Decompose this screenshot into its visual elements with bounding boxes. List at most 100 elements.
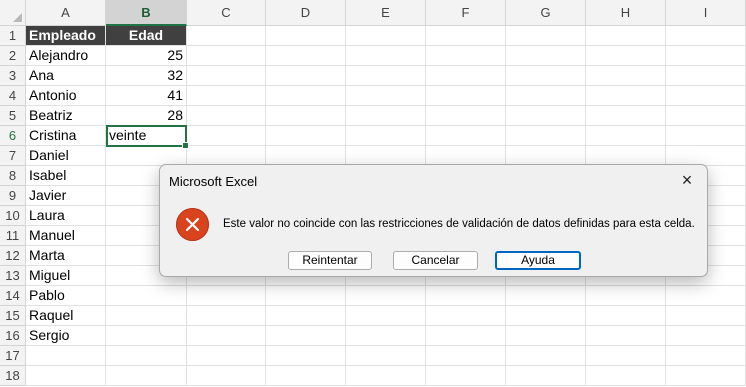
cell[interactable] — [346, 326, 426, 346]
column-header-i[interactable]: I — [666, 0, 746, 26]
cell[interactable] — [426, 106, 506, 126]
cell[interactable] — [187, 286, 266, 306]
column-header-d[interactable]: D — [266, 0, 346, 26]
close-icon[interactable]: × — [675, 169, 699, 193]
cell[interactable] — [106, 346, 187, 366]
cell[interactable] — [266, 366, 346, 386]
cell[interactable] — [666, 26, 746, 46]
cell[interactable] — [266, 286, 346, 306]
cell[interactable] — [426, 26, 506, 46]
row-header-11[interactable]: 11 — [0, 226, 26, 246]
column-header-c[interactable]: C — [187, 0, 266, 26]
employee-cell[interactable]: Beatriz — [26, 106, 106, 126]
column-header-b[interactable]: B — [106, 0, 187, 26]
column-header-e[interactable]: E — [346, 0, 426, 26]
cell[interactable] — [346, 366, 426, 386]
cell[interactable] — [506, 346, 586, 366]
cell[interactable] — [506, 146, 586, 166]
cell[interactable] — [666, 326, 746, 346]
cell[interactable] — [666, 86, 746, 106]
column-header-h[interactable]: H — [586, 0, 666, 26]
cell[interactable] — [266, 306, 346, 326]
table-header-cell[interactable]: Empleado — [26, 26, 106, 46]
cell[interactable] — [346, 66, 426, 86]
age-cell[interactable]: 41 — [106, 86, 187, 106]
cell[interactable] — [26, 346, 106, 366]
employee-cell[interactable]: Ana — [26, 66, 106, 86]
employee-cell[interactable]: Javier — [26, 186, 106, 206]
employee-cell[interactable]: Daniel — [26, 146, 106, 166]
row-header-13[interactable]: 13 — [0, 266, 26, 286]
employee-cell[interactable]: Isabel — [26, 166, 106, 186]
cancel-button[interactable]: Cancelar — [393, 251, 478, 270]
row-header-8[interactable]: 8 — [0, 166, 26, 186]
cell[interactable] — [346, 126, 426, 146]
cell[interactable] — [187, 326, 266, 346]
employee-cell[interactable]: Marta — [26, 246, 106, 266]
cell[interactable] — [346, 346, 426, 366]
cell[interactable] — [346, 286, 426, 306]
cell[interactable] — [426, 326, 506, 346]
cell[interactable] — [426, 306, 506, 326]
age-cell[interactable] — [106, 146, 187, 166]
employee-cell[interactable]: Manuel — [26, 226, 106, 246]
cell[interactable] — [266, 26, 346, 46]
row-header-6[interactable]: 6 — [0, 126, 26, 146]
cell[interactable] — [666, 286, 746, 306]
age-cell[interactable] — [106, 306, 187, 326]
cell[interactable] — [586, 126, 666, 146]
row-header-4[interactable]: 4 — [0, 86, 26, 106]
cell[interactable] — [506, 46, 586, 66]
cell[interactable] — [586, 26, 666, 46]
column-header-f[interactable]: F — [426, 0, 506, 26]
cell[interactable] — [586, 106, 666, 126]
age-cell[interactable] — [106, 326, 187, 346]
cell[interactable] — [586, 86, 666, 106]
cell[interactable] — [506, 326, 586, 346]
employee-cell[interactable]: Alejandro — [26, 46, 106, 66]
cell[interactable] — [426, 66, 506, 86]
cell[interactable] — [346, 26, 426, 46]
cell[interactable] — [346, 106, 426, 126]
row-header-1[interactable]: 1 — [0, 26, 26, 46]
employee-cell[interactable]: Antonio — [26, 86, 106, 106]
cell[interactable] — [426, 346, 506, 366]
cell[interactable] — [586, 46, 666, 66]
employee-cell[interactable]: Pablo — [26, 286, 106, 306]
row-header-18[interactable]: 18 — [0, 366, 26, 386]
cell[interactable] — [346, 146, 426, 166]
age-cell[interactable]: 25 — [106, 46, 187, 66]
cell[interactable] — [586, 66, 666, 86]
cell[interactable] — [506, 26, 586, 46]
cell[interactable] — [266, 86, 346, 106]
column-header-g[interactable]: G — [506, 0, 586, 26]
cell[interactable] — [26, 366, 106, 386]
cell[interactable] — [266, 146, 346, 166]
row-header-12[interactable]: 12 — [0, 246, 26, 266]
age-cell[interactable]: 32 — [106, 66, 187, 86]
employee-cell[interactable]: Raquel — [26, 306, 106, 326]
employee-cell[interactable]: Miguel — [26, 266, 106, 286]
cell[interactable] — [586, 146, 666, 166]
cell[interactable] — [266, 326, 346, 346]
cell[interactable] — [586, 366, 666, 386]
cell[interactable] — [187, 86, 266, 106]
cell[interactable] — [666, 126, 746, 146]
row-header-5[interactable]: 5 — [0, 106, 26, 126]
cell[interactable] — [187, 126, 266, 146]
cell[interactable] — [266, 46, 346, 66]
cell[interactable] — [666, 306, 746, 326]
employee-cell[interactable]: Sergio — [26, 326, 106, 346]
cell[interactable] — [586, 346, 666, 366]
cell[interactable] — [187, 306, 266, 326]
row-header-14[interactable]: 14 — [0, 286, 26, 306]
row-header-9[interactable]: 9 — [0, 186, 26, 206]
row-header-7[interactable]: 7 — [0, 146, 26, 166]
cell[interactable] — [187, 66, 266, 86]
cell[interactable] — [187, 26, 266, 46]
cell[interactable] — [266, 346, 346, 366]
column-header-a[interactable]: A — [26, 0, 106, 26]
help-button[interactable]: Ayuda — [495, 251, 581, 270]
cell[interactable] — [266, 106, 346, 126]
cell[interactable] — [187, 146, 266, 166]
